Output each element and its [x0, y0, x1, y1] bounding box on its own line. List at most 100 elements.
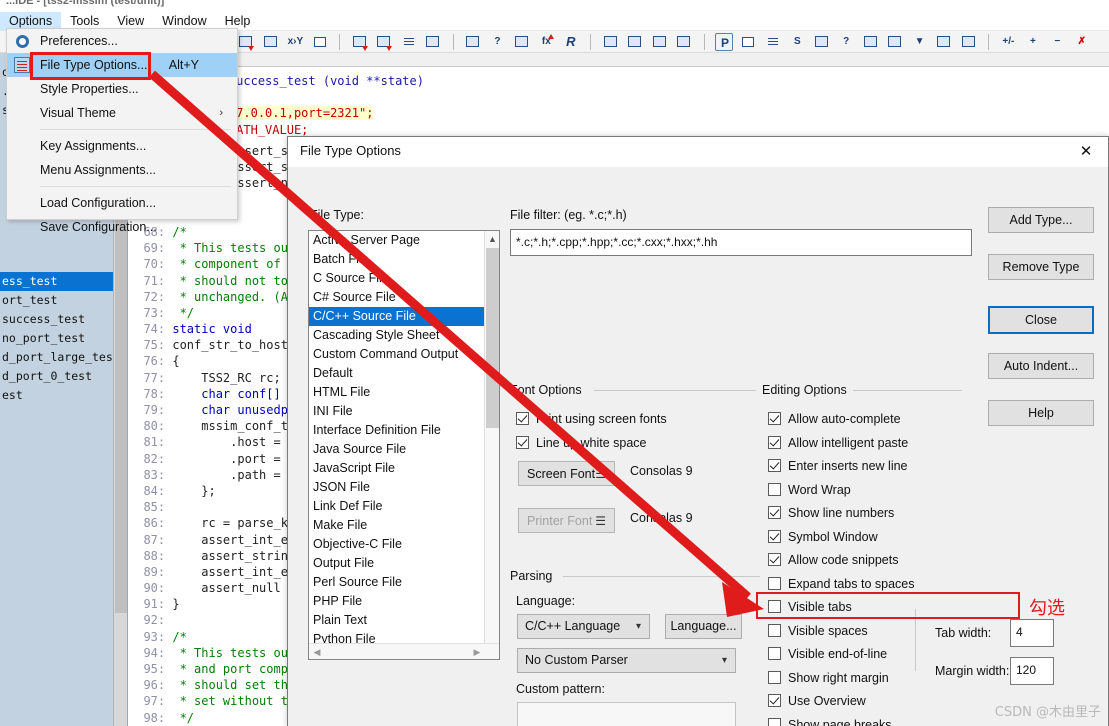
file-type-item[interactable]: Batch File: [309, 250, 485, 269]
toggle-bookmark-icon[interactable]: +/-: [999, 33, 1017, 51]
forward-icon[interactable]: [375, 33, 393, 51]
file-type-item[interactable]: Perl Source File: [309, 573, 485, 592]
scroll-left-icon[interactable]: ◀: [309, 644, 325, 659]
function-icon[interactable]: fx: [537, 33, 555, 51]
highlight-hand-icon[interactable]: [464, 33, 482, 51]
cascade-window-icon[interactable]: [675, 33, 693, 51]
jump-to-definition-icon[interactable]: [400, 33, 418, 51]
sync-icon[interactable]: [935, 33, 953, 51]
help-button[interactable]: Help: [988, 400, 1094, 426]
book-icon[interactable]: [513, 33, 531, 51]
auto-indent-button[interactable]: Auto Indent...: [988, 353, 1094, 379]
close-button[interactable]: Close: [988, 306, 1094, 334]
single-window-icon[interactable]: [626, 33, 644, 51]
file-type-item[interactable]: Objective-C File: [309, 535, 485, 554]
file-type-item[interactable]: C Source File: [309, 269, 485, 288]
collapse-icon[interactable]: ▼: [911, 33, 929, 51]
checkbox-visible-spaces[interactable]: Visible spaces: [768, 622, 868, 640]
language-select[interactable]: C/C++ Language ▾: [517, 614, 650, 639]
checkbox-enter-inserts-new-line[interactable]: Enter inserts new line: [768, 457, 908, 475]
add-bookmark-icon[interactable]: +: [1024, 33, 1042, 51]
file-type-item[interactable]: JSON File: [309, 478, 485, 497]
file-type-item[interactable]: Link Def File: [309, 497, 485, 516]
checkbox-print-using-screen-fonts[interactable]: Print using screen fonts: [516, 410, 667, 428]
file-type-list[interactable]: Active Server Page Batch File C Source Fil…: [308, 230, 500, 660]
file-type-item[interactable]: C# Source File: [309, 288, 485, 307]
menu-item-save-configuration[interactable]: Save Configuration...: [7, 215, 237, 239]
clear-bookmarks-icon[interactable]: ✗: [1073, 33, 1091, 51]
checkbox-show-page-breaks[interactable]: Show page breaks: [768, 716, 892, 726]
globe-icon[interactable]: [886, 33, 904, 51]
copy-path-icon[interactable]: [813, 33, 831, 51]
tile-horizontal-icon[interactable]: [602, 33, 620, 51]
save-down-icon[interactable]: [237, 33, 255, 51]
file-type-item[interactable]: Interface Definition File: [309, 421, 485, 440]
symbol-row-selected[interactable]: ess_test: [0, 272, 127, 291]
custom-pattern-input[interactable]: [517, 702, 736, 726]
printer-font-button[interactable]: Printer Font ☰: [518, 508, 615, 533]
file-type-list-vscrollbar[interactable]: ▲ ▼: [484, 231, 499, 659]
file-type-item[interactable]: Plain Text: [309, 611, 485, 630]
tab-width-input[interactable]: 4: [1010, 619, 1054, 647]
checkbox-symbol-window[interactable]: Symbol Window: [768, 528, 878, 546]
file-type-list-hscrollbar[interactable]: ◀ ▶: [309, 643, 499, 659]
scroll-up-icon[interactable]: ▲: [485, 231, 499, 247]
file-type-item[interactable]: JavaScript File: [309, 459, 485, 478]
screen-font-button[interactable]: Screen Font ☰: [518, 461, 615, 486]
symbol-row[interactable]: d_port_0_test: [0, 367, 127, 386]
file-type-item[interactable]: Java Source File: [309, 440, 485, 459]
file-type-item[interactable]: Cascading Style Sheet: [309, 326, 485, 345]
menu-item-style-properties[interactable]: Style Properties...: [7, 77, 237, 101]
symbol-row[interactable]: [0, 253, 127, 272]
symbol-row[interactable]: est: [0, 386, 127, 405]
menu-item-load-configuration[interactable]: Load Configuration...: [7, 191, 237, 215]
back-icon[interactable]: [351, 33, 369, 51]
scroll-right-icon[interactable]: ▶: [469, 644, 485, 659]
web-icon[interactable]: [311, 33, 329, 51]
file-type-item[interactable]: INI File: [309, 402, 485, 421]
file-type-item-selected[interactable]: C/C++ Source File: [309, 307, 485, 326]
file-type-item[interactable]: HTML File: [309, 383, 485, 402]
list-view-icon[interactable]: [960, 33, 978, 51]
checkbox-allow-auto-complete[interactable]: Allow auto-complete: [768, 410, 901, 428]
checkbox-line-up-white-space[interactable]: Line up white space: [516, 434, 647, 452]
checkbox-show-right-margin[interactable]: Show right margin: [768, 669, 889, 687]
symbol-info-icon[interactable]: S: [788, 33, 806, 51]
checkbox-word-wrap[interactable]: Word Wrap: [768, 481, 851, 499]
menu-item-visual-theme[interactable]: Visual Theme ›: [7, 101, 237, 125]
checkbox-show-line-numbers[interactable]: Show line numbers: [768, 504, 894, 522]
menu-item-menu-assignments[interactable]: Menu Assignments...: [7, 158, 237, 182]
select-block-icon[interactable]: [739, 33, 757, 51]
preview-icon[interactable]: [262, 33, 280, 51]
remove-bookmark-icon[interactable]: −: [1048, 33, 1066, 51]
file-type-item[interactable]: PHP File: [309, 592, 485, 611]
checkbox-visible-end-of-line[interactable]: Visible end-of-line: [768, 645, 887, 663]
context-help-icon[interactable]: ?: [488, 33, 506, 51]
file-filter-input[interactable]: *.c;*.h;*.cpp;*.hpp;*.cc;*.cxx;*.hxx;*.h…: [510, 229, 972, 256]
quick-help-icon[interactable]: ?: [837, 33, 855, 51]
file-type-item[interactable]: Default: [309, 364, 485, 383]
split-window-icon[interactable]: [651, 33, 669, 51]
rename-xy-icon[interactable]: x›Y: [286, 33, 304, 51]
file-type-item[interactable]: Custom Command Output: [309, 345, 485, 364]
project-symbols-icon[interactable]: P: [714, 33, 733, 51]
new-window-icon[interactable]: [862, 33, 880, 51]
remove-type-button[interactable]: Remove Type: [988, 254, 1094, 280]
checkbox-expand-tabs-to-spaces[interactable]: Expand tabs to spaces: [768, 575, 914, 593]
checkbox-allow-code-snippets[interactable]: Allow code snippets: [768, 551, 898, 569]
file-type-item[interactable]: Active Server Page: [309, 231, 485, 250]
checkbox-allow-intelligent-paste[interactable]: Allow intelligent paste: [768, 434, 908, 452]
margin-width-input[interactable]: 120: [1010, 657, 1054, 685]
symbol-row[interactable]: ort_test: [0, 291, 127, 310]
bookmark-icon[interactable]: [424, 33, 442, 51]
symbol-row[interactable]: d_port_large_tes: [0, 348, 127, 367]
language-button[interactable]: Language...: [665, 614, 742, 639]
file-type-item[interactable]: Make File: [309, 516, 485, 535]
scrollbar-thumb[interactable]: [486, 248, 499, 428]
file-type-item[interactable]: Output File: [309, 554, 485, 573]
checkbox-use-overview[interactable]: Use Overview: [768, 692, 866, 710]
outdent-icon[interactable]: [764, 33, 782, 51]
relation-window-icon[interactable]: R: [562, 33, 580, 51]
custom-parser-select[interactable]: No Custom Parser ▾: [517, 648, 736, 673]
close-icon[interactable]: ✕: [1064, 137, 1108, 167]
